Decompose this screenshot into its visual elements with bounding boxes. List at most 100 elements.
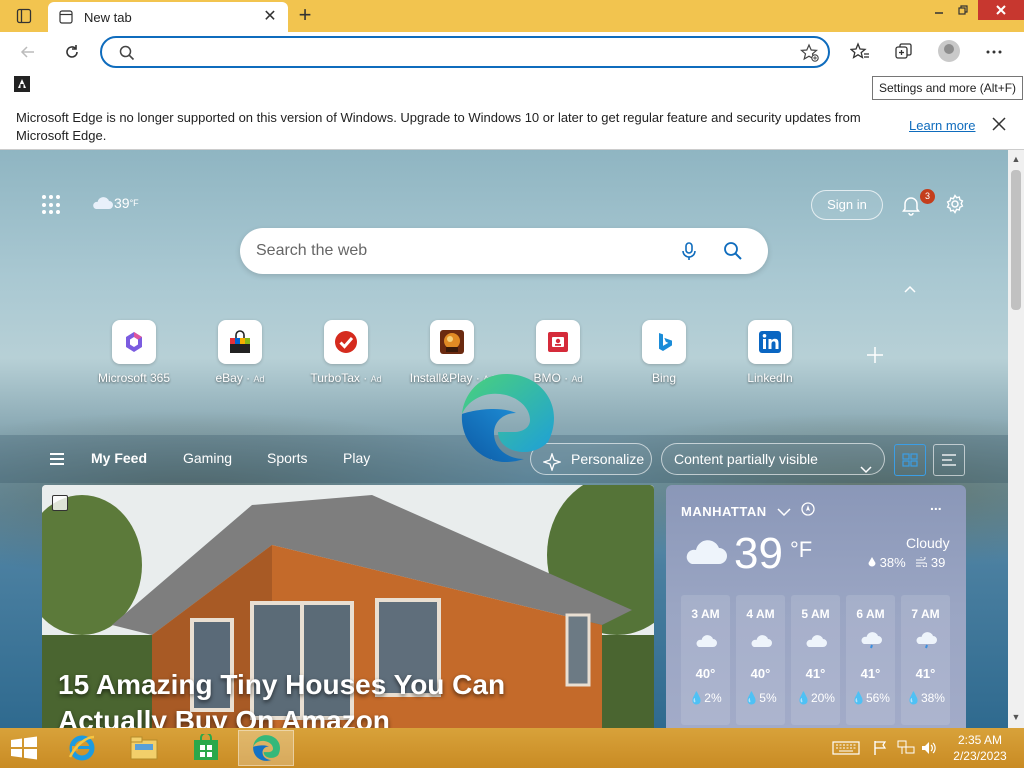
tile-label: Microsoft 365 [97,371,171,385]
cloud-icon [681,536,729,568]
bmo-icon [536,320,580,364]
grid-view-button[interactable] [894,444,926,476]
taskbar-internet-explorer[interactable] [54,730,110,766]
hour-precip: 2% [704,691,722,705]
hourly-forecast-item[interactable]: 6 AM 41° 💧56% [846,595,895,725]
back-button[interactable] [14,38,42,66]
keyboard-icon[interactable] [832,740,860,756]
add-quick-link-icon[interactable] [864,346,886,368]
refresh-button[interactable] [58,38,86,66]
hour-temp: 41° [860,666,881,681]
new-tab-button[interactable]: + [294,4,316,27]
learn-more-link[interactable]: Learn more [909,118,975,133]
weather-more-button[interactable]: ... [930,497,942,513]
tab-new-tab[interactable]: New tab ✕ [48,2,288,32]
tab-gaming[interactable]: Gaming [183,450,232,466]
rain-cloud-icon [861,632,882,649]
hour-time: 3 AM [691,607,720,621]
precip-drop-icon: 💧 [796,691,811,705]
address-bar[interactable] [100,36,830,68]
cloud-icon [751,635,772,647]
news-headline[interactable]: 15 Amazing Tiny Houses You Can Actually … [58,667,618,728]
favorites-star-icon [850,42,869,59]
weather-card[interactable]: MANHATTAN ... 39 °F Cloudy 38% 39 3 AM 4… [666,485,966,728]
image-icon [52,495,68,511]
network-icon[interactable] [897,740,915,756]
new-tab-icon [58,9,74,25]
page-settings-gear-icon[interactable] [944,193,966,215]
hourly-forecast-item[interactable]: 7 AM 41° 💧38% [901,595,950,725]
scroll-up-icon[interactable]: ▲ [1011,154,1021,164]
edge-icon [253,735,280,761]
precip-drop-icon: 💧 [689,691,705,705]
list-view-icon [942,454,956,466]
collections-button[interactable] [890,38,918,66]
collapse-chevron-up-icon[interactable] [902,282,918,296]
action-center-flag-icon[interactable] [873,740,887,756]
hour-precip: 38% [920,691,945,705]
search-submit-icon[interactable] [722,240,744,262]
feed-menu-icon[interactable] [50,453,64,465]
list-view-button[interactable] [933,444,965,476]
tab-sports[interactable]: Sports [267,450,307,466]
scrollbar-thumb[interactable] [1011,170,1021,310]
close-tab-icon[interactable]: ✕ [262,9,278,25]
weather-summary[interactable]: 39 °F [90,195,139,211]
clock-date: 2/23/2023 [953,749,1007,763]
hour-temp: 41° [915,666,936,681]
content-visibility-value: Content partially visible [674,451,818,467]
weather-condition: Cloudy [906,535,950,551]
clock-time: 2:35 AM [957,733,1003,747]
ebay-icon [218,320,262,364]
tab-title: New tab [84,9,132,25]
app-launcher-icon[interactable] [42,195,62,215]
quick-link-turbotax[interactable]: TurboTax · Ad [296,320,396,390]
settings-and-more-button[interactable] [980,38,1008,66]
scroll-down-icon[interactable]: ▼ [1011,712,1021,722]
infobar-close-icon[interactable] [990,116,1008,134]
quick-link-ebay[interactable]: eBay · Ad [190,320,290,390]
favorites-button[interactable] [846,38,874,66]
system-clock[interactable]: 2:35 AM 2/23/2023 [950,732,1010,764]
chevron-down-icon [777,508,791,517]
quick-link-bing[interactable]: Bing [614,320,714,390]
close-window-button[interactable] [978,0,1024,20]
page-scrollbar[interactable]: ▲ ▼ [1008,150,1024,728]
add-favorite-icon[interactable] [799,43,820,66]
hourly-forecast-item[interactable]: 4 AM 40° 💧5% [736,595,785,725]
tab-my-feed[interactable]: My Feed [91,450,147,466]
taskbar-file-explorer[interactable] [116,730,172,766]
taskbar-store[interactable] [178,730,234,766]
content-visibility-select[interactable]: Content partially visible [661,443,885,475]
tab-actions-button[interactable] [8,6,40,26]
tab-actions-icon [16,8,32,24]
microsoft-365-icon [112,320,156,364]
weather-location[interactable]: MANHATTAN [681,502,815,519]
browser-toolbar [0,32,1024,72]
hour-temp: 41° [805,666,826,681]
precip-drop-icon: 💧 [906,691,921,705]
hourly-forecast-item[interactable]: 5 AM 41° 💧20% [791,595,840,725]
sign-in-button[interactable]: Sign in [811,190,883,220]
locate-icon[interactable] [801,502,815,516]
quick-link-linkedin[interactable]: LinkedIn [720,320,820,390]
notifications-bell-icon[interactable] [900,194,922,216]
weather-temp: 39 [734,529,783,578]
start-windows-icon[interactable] [10,736,38,760]
hour-time: 7 AM [911,607,940,621]
turbotax-icon [324,320,368,364]
restore-button[interactable] [948,0,978,20]
weather-unit: °F [790,537,813,562]
microphone-icon[interactable] [678,240,700,262]
taskbar-microsoft-edge[interactable] [238,730,294,766]
news-card-main[interactable]: 15 Amazing Tiny Houses You Can Actually … [42,485,654,728]
tab-play[interactable]: Play [343,450,370,466]
hourly-forecast-item[interactable]: 3 AM 40° 💧2% [681,595,730,725]
collections-icon [895,43,912,59]
favorites-bar-item-icon[interactable] [14,76,30,92]
profile-avatar[interactable] [938,40,960,62]
quick-link-microsoft-365[interactable]: Microsoft 365 [84,320,184,390]
web-search-box[interactable]: Search the web [240,228,768,274]
precip-drop-icon: 💧 [851,691,866,705]
volume-icon[interactable] [920,740,938,756]
